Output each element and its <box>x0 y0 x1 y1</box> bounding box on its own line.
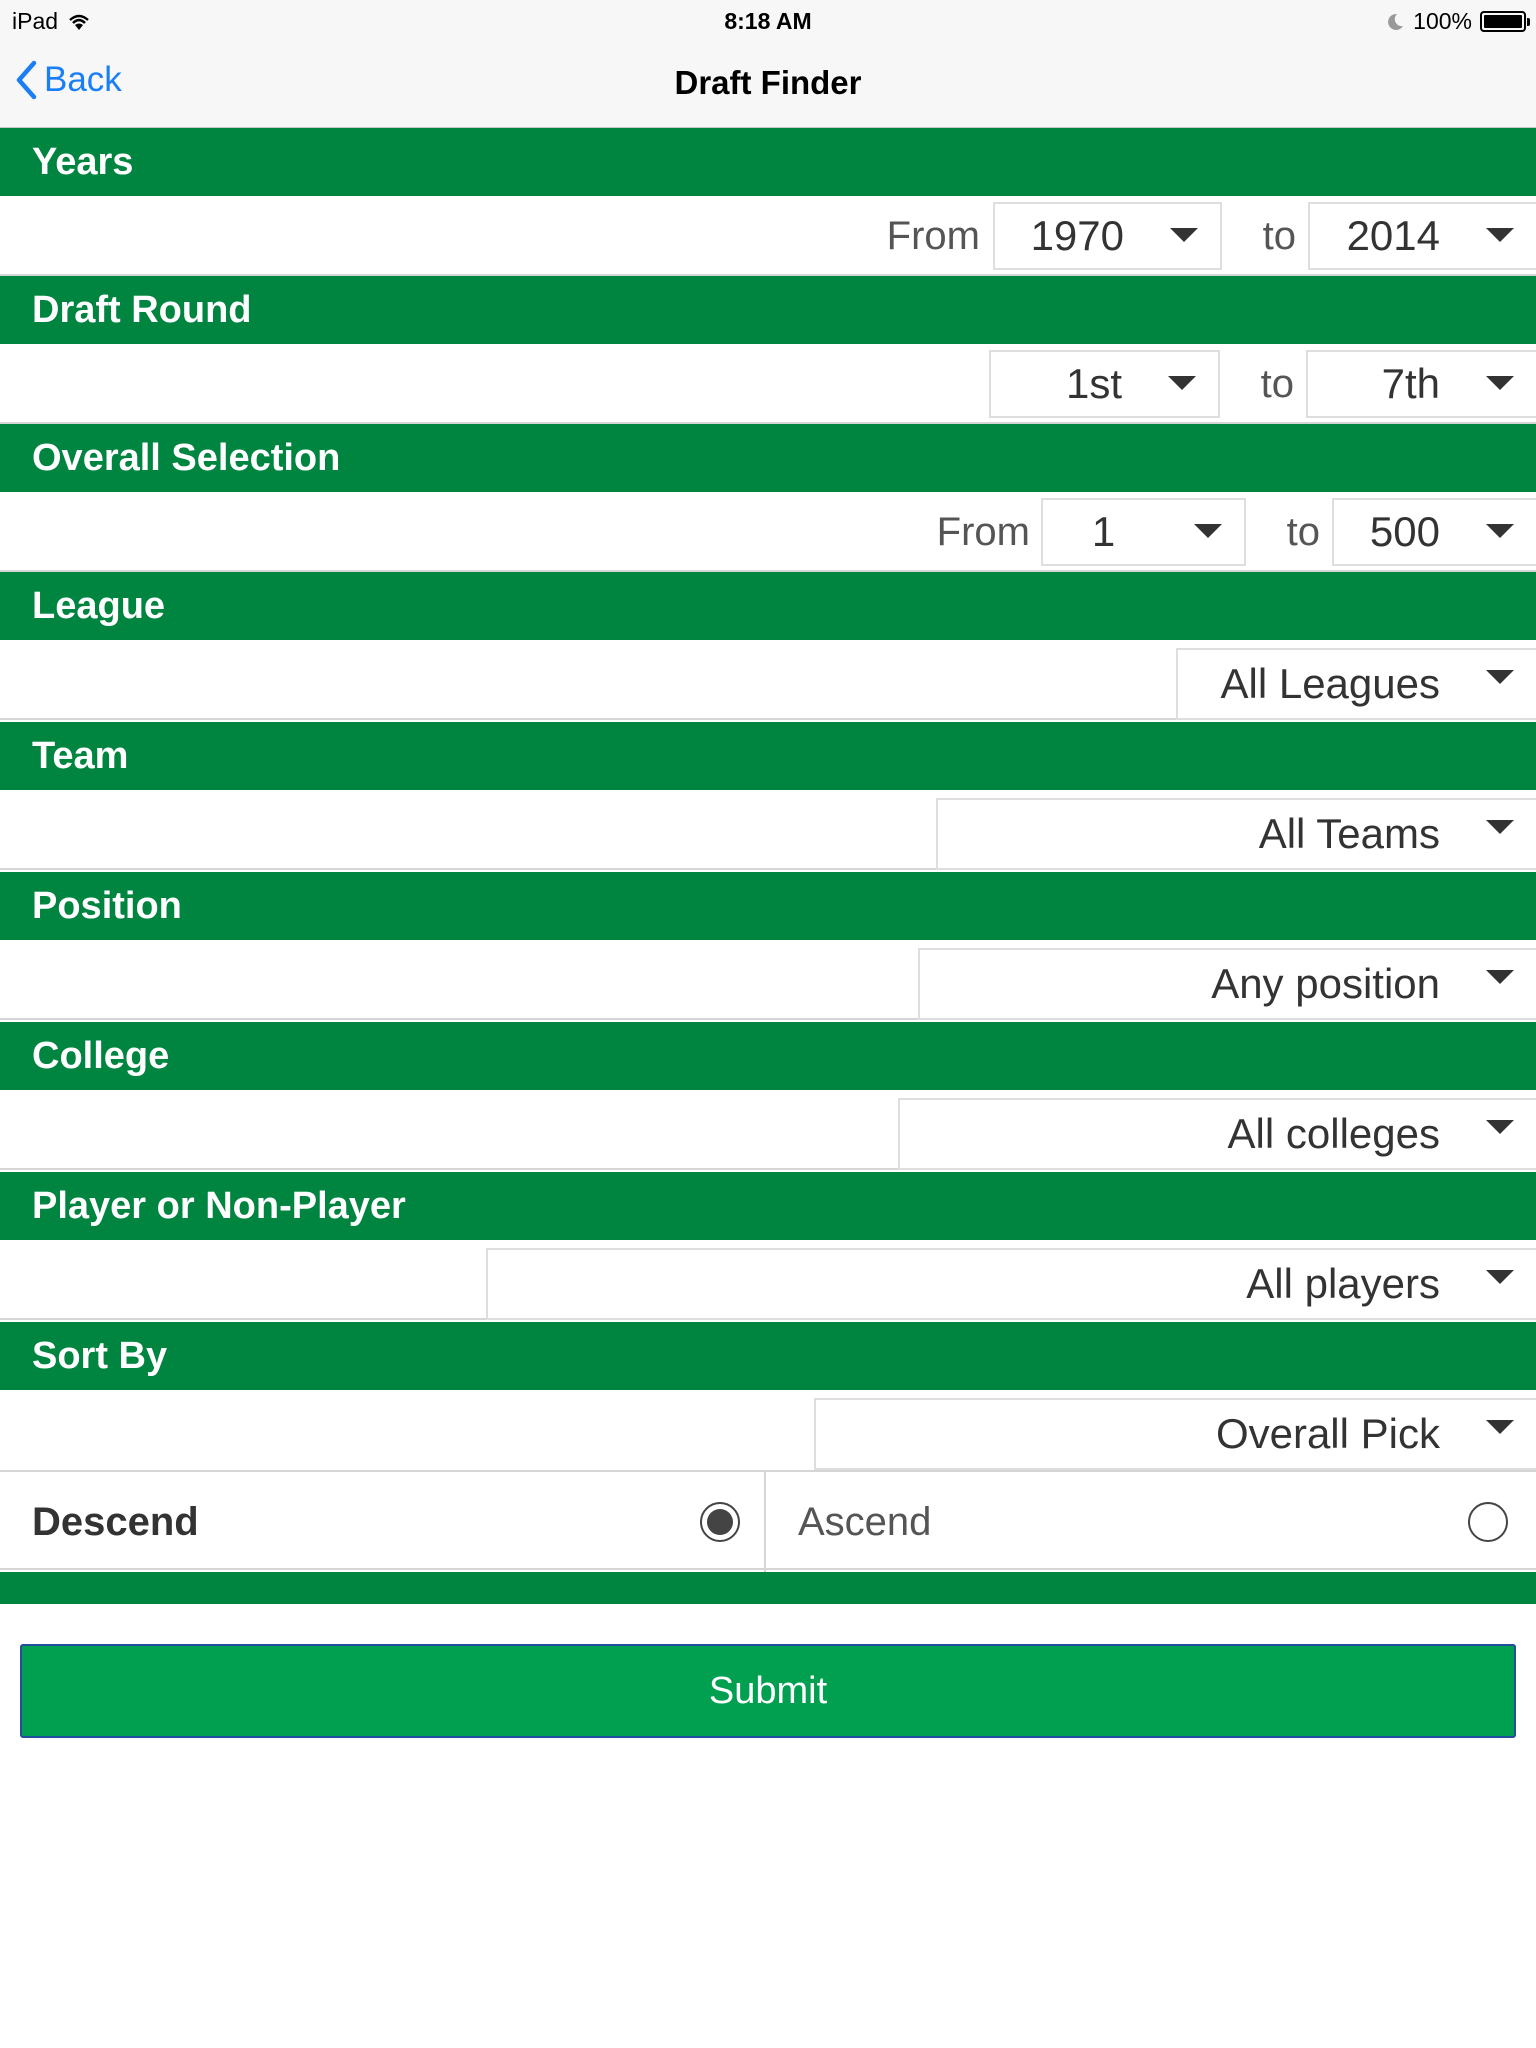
years-to-value: 2014 <box>1346 212 1440 259</box>
overall-to-value: 500 <box>1369 508 1440 555</box>
position-select[interactable]: Any position <box>918 948 1536 1020</box>
overall-to-label: to <box>1286 510 1320 554</box>
status-right: 100% <box>1385 8 1530 35</box>
team-value: All Teams <box>1258 810 1440 857</box>
college-value: All colleges <box>1227 1110 1440 1157</box>
overall-selection-row: From 1 to 500 <box>0 492 1536 572</box>
status-bar: iPad 8:18 AM 100% <box>0 0 1536 40</box>
section-header-draft-round: Draft Round <box>0 276 1536 344</box>
round-from-select[interactable]: 1st <box>989 350 1220 418</box>
moon-icon <box>1388 13 1404 30</box>
years-from-value: 1970 <box>1030 212 1124 259</box>
dropdown-caret-icon <box>1486 970 1514 984</box>
section-header-league: League <box>0 572 1536 640</box>
overall-to-select[interactable]: 500 <box>1332 498 1536 566</box>
team-row: All Teams <box>0 790 1536 870</box>
position-value: Any position <box>1211 960 1440 1007</box>
overall-from-label: From <box>936 510 1030 554</box>
descend-label: Descend <box>32 1500 199 1544</box>
player-type-select[interactable]: All players <box>486 1248 1536 1320</box>
ascend-label: Ascend <box>798 1500 932 1544</box>
years-from-label: From <box>886 214 980 258</box>
years-to-label: to <box>1262 214 1296 258</box>
league-value: All Leagues <box>1220 660 1441 707</box>
battery-icon <box>1480 11 1530 32</box>
section-header-player-type: Player or Non-Player <box>0 1172 1536 1240</box>
dropdown-caret-icon <box>1170 228 1198 242</box>
round-from-value: 1st <box>1065 360 1122 407</box>
years-to-select[interactable]: 2014 <box>1308 202 1536 270</box>
league-row: All Leagues <box>0 640 1536 720</box>
submit-button[interactable]: Submit <box>20 1644 1516 1738</box>
round-to-value: 7th <box>1381 360 1440 407</box>
years-from-select[interactable]: 1970 <box>993 202 1222 270</box>
dropdown-caret-icon <box>1486 1420 1514 1434</box>
descend-option[interactable]: Descend <box>0 1472 766 1572</box>
descend-radio[interactable] <box>700 1502 740 1542</box>
dropdown-caret-icon <box>1486 376 1514 390</box>
league-select[interactable]: All Leagues <box>1176 648 1536 720</box>
sort-by-row: Overall Pick <box>0 1390 1536 1470</box>
battery-percent: 100% <box>1413 8 1472 34</box>
team-select[interactable]: All Teams <box>936 798 1536 870</box>
ascend-radio[interactable] <box>1468 1502 1508 1542</box>
dropdown-caret-icon <box>1486 524 1514 538</box>
dropdown-caret-icon <box>1486 1270 1514 1284</box>
navigation-bar: Back Draft Finder <box>0 40 1536 128</box>
page-title: Draft Finder <box>674 64 862 101</box>
dropdown-caret-icon <box>1486 228 1514 242</box>
draft-round-row: 1st to 7th <box>0 344 1536 424</box>
section-header-college: College <box>0 1022 1536 1090</box>
section-header-years: Years <box>0 128 1536 196</box>
ascend-option[interactable]: Ascend <box>766 1472 1536 1572</box>
player-type-value: All players <box>1246 1260 1440 1307</box>
college-row: All colleges <box>0 1090 1536 1170</box>
overall-from-select[interactable]: 1 <box>1041 498 1246 566</box>
dropdown-caret-icon <box>1486 820 1514 834</box>
section-header-sort-by: Sort By <box>0 1322 1536 1390</box>
dropdown-caret-icon <box>1486 670 1514 684</box>
dropdown-caret-icon <box>1168 376 1196 390</box>
sort-order-row: Descend Ascend <box>0 1470 1536 1572</box>
divider-strip <box>0 1572 1536 1604</box>
status-time: 8:18 AM <box>724 8 812 34</box>
dropdown-caret-icon <box>1486 1120 1514 1134</box>
player-type-row: All players <box>0 1240 1536 1320</box>
position-row: Any position <box>0 940 1536 1020</box>
college-select[interactable]: All colleges <box>898 1098 1536 1170</box>
section-header-position: Position <box>0 872 1536 940</box>
sort-by-select[interactable]: Overall Pick <box>814 1398 1536 1470</box>
years-row: From 1970 to 2014 <box>0 196 1536 276</box>
round-to-label: to <box>1260 362 1294 406</box>
sort-by-value: Overall Pick <box>1215 1410 1440 1457</box>
round-to-select[interactable]: 7th <box>1306 350 1536 418</box>
dropdown-caret-icon <box>1194 524 1222 538</box>
section-header-team: Team <box>0 722 1536 790</box>
section-header-overall-selection: Overall Selection <box>0 424 1536 492</box>
